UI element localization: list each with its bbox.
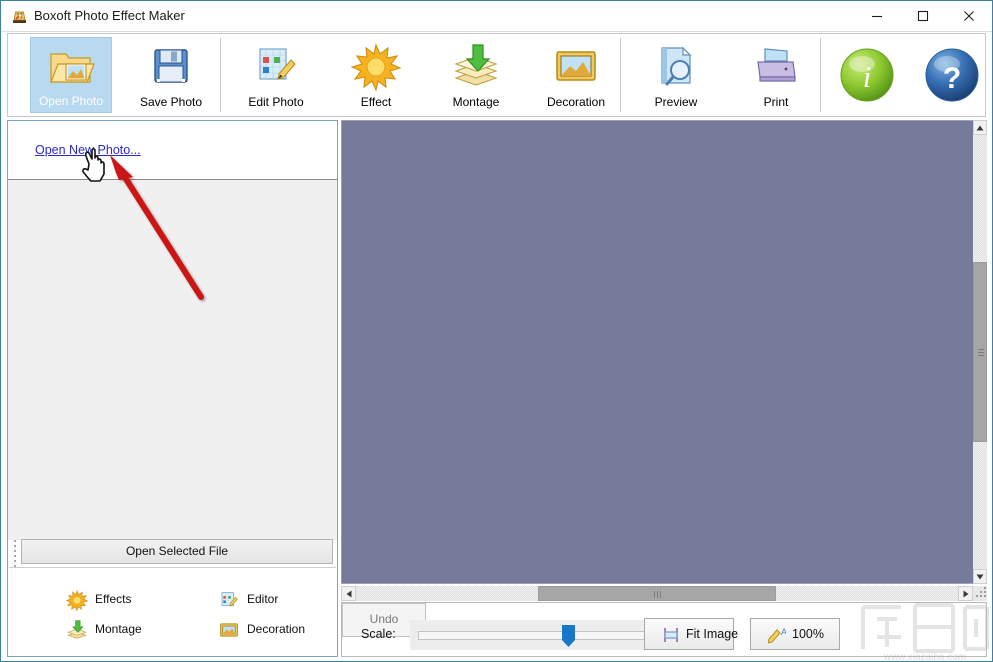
shortcut-label: Effects	[95, 592, 132, 606]
scroll-up-button[interactable]	[973, 120, 987, 135]
fit-image-button[interactable]: Fit Image	[644, 618, 738, 650]
image-canvas[interactable]	[341, 120, 987, 584]
svg-text:i: i	[863, 59, 872, 94]
application-window: Boxoft Photo Effect Maker Open Photo Sav…	[0, 0, 993, 662]
info-circle-icon: i	[840, 48, 894, 102]
horizontal-scrollbar[interactable]	[341, 586, 973, 601]
zoom-100-label: 100%	[792, 627, 824, 641]
question-circle-icon: ?	[925, 48, 979, 102]
toolbar-label: Open Photo	[38, 94, 104, 108]
scroll-right-button[interactable]	[958, 586, 973, 601]
page-magnifier-icon	[651, 41, 701, 91]
fit-image-icon	[662, 626, 680, 644]
floppy-disk-icon	[146, 41, 196, 91]
toolbar-label: Print	[763, 95, 789, 109]
minimize-button[interactable]	[854, 1, 900, 30]
chevron-up-icon	[976, 125, 984, 130]
toolbar-label: Save Photo	[139, 95, 203, 109]
scroll-left-button[interactable]	[341, 586, 356, 601]
toolbar-button-effect[interactable]: Effect	[335, 37, 417, 113]
app-icon	[11, 8, 28, 25]
toolbar-separator	[820, 38, 821, 112]
maximize-button[interactable]	[900, 1, 946, 30]
scale-label: Scale:	[361, 627, 396, 641]
open-new-photo-area: Open New Photo...	[8, 121, 337, 180]
sun-burst-icon	[350, 41, 402, 92]
toolbar-button-decoration[interactable]: Decoration	[535, 37, 617, 113]
horizontal-scroll-thumb[interactable]	[538, 586, 776, 601]
chevron-right-icon	[963, 590, 968, 597]
toolbar-button-montage[interactable]: Montage	[435, 37, 517, 113]
open-selected-file-row: Open Selected File	[8, 538, 337, 567]
toolbar-button-open-photo[interactable]: Open Photo	[30, 37, 112, 113]
file-list[interactable]	[8, 180, 337, 535]
close-button[interactable]	[946, 1, 992, 30]
main-toolbar: Open Photo Save Photo Edit Photo Effect …	[7, 33, 986, 117]
toolbar-button-print[interactable]: Print	[735, 37, 817, 113]
shortcut-label: Editor	[247, 592, 279, 606]
chevron-down-icon	[976, 574, 984, 579]
title-bar: Boxoft Photo Effect Maker	[1, 1, 992, 32]
shortcut-label: Montage	[95, 622, 142, 636]
layers-down-arrow-icon	[451, 41, 501, 91]
framed-picture-icon	[551, 41, 601, 91]
svg-text:A: A	[781, 627, 786, 637]
fit-image-label: Fit Image	[686, 627, 739, 641]
help-button[interactable]: ?	[923, 46, 981, 104]
toolbar-label: Preview	[654, 95, 698, 109]
vertical-scroll-thumb[interactable]	[973, 262, 987, 442]
shortcut-grid: Effects Editor Montage Decoration	[9, 567, 336, 656]
toolbar-button-edit-photo[interactable]: Edit Photo	[235, 37, 317, 113]
bottom-toolbar: Scale: Fit Image A 100%	[341, 602, 987, 657]
palette-pencil-icon	[251, 41, 301, 91]
scale-slider[interactable]	[410, 620, 668, 650]
toolbar-label: Effect	[360, 95, 392, 109]
zoom-100-button[interactable]: A 100%	[750, 618, 840, 650]
toolbar-label: Edit Photo	[248, 95, 304, 109]
toolbar-separator	[620, 38, 621, 112]
close-icon	[964, 10, 974, 21]
printer-icon	[751, 41, 801, 91]
layers-down-arrow-icon	[66, 619, 88, 641]
about-info-button[interactable]: i	[838, 46, 896, 104]
scale-slider-track[interactable]	[418, 631, 660, 640]
toolbar-label: Decoration	[546, 95, 606, 109]
toolbar-label: Montage	[452, 95, 500, 109]
left-panel: Open New Photo... Open Selected File Eff…	[7, 120, 338, 657]
minimize-icon	[872, 15, 882, 17]
scroll-down-button[interactable]	[973, 569, 987, 584]
open-new-photo-link[interactable]: Open New Photo...	[35, 143, 141, 157]
scale-slider-thumb[interactable]	[562, 625, 575, 647]
open-folder-photo-icon	[46, 42, 96, 92]
chevron-left-icon	[346, 590, 351, 597]
scrollbar-corner	[973, 586, 987, 601]
drag-grip-icon[interactable]	[12, 540, 18, 567]
sun-burst-icon	[65, 589, 89, 612]
svg-text:?: ?	[943, 62, 961, 95]
toolbar-button-save-photo[interactable]: Save Photo	[130, 37, 212, 113]
maximize-icon	[917, 10, 929, 21]
open-selected-file-button[interactable]: Open Selected File	[21, 539, 333, 564]
toolbar-separator	[220, 38, 221, 112]
shortcut-label: Decoration	[247, 622, 306, 636]
palette-pencil-icon	[218, 589, 240, 611]
toolbar-button-preview[interactable]: Preview	[635, 37, 717, 113]
actual-size-icon: A	[767, 626, 787, 644]
framed-picture-icon	[218, 619, 240, 641]
window-title: Boxoft Photo Effect Maker	[34, 8, 185, 23]
vertical-scrollbar[interactable]	[973, 120, 987, 584]
